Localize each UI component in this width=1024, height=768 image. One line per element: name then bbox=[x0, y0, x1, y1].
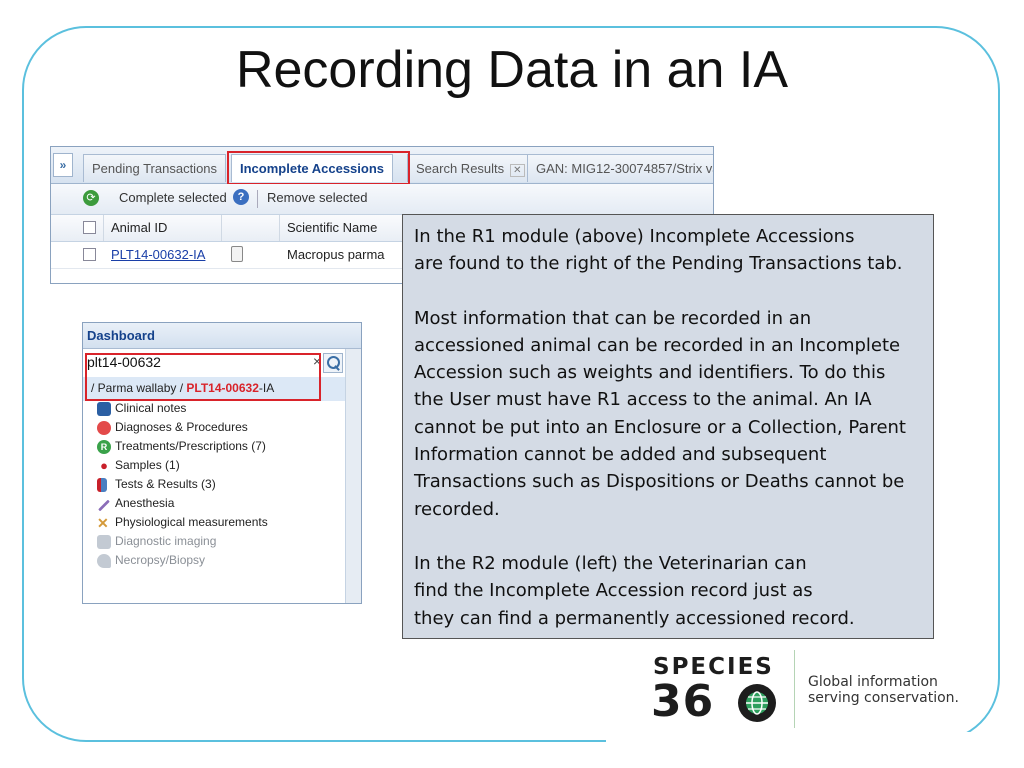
dashboard-header: Dashboard bbox=[83, 323, 361, 349]
column-divider bbox=[221, 215, 222, 241]
measurement-icon: ✕ bbox=[97, 515, 109, 531]
search-highlight bbox=[85, 353, 321, 401]
menu-item-label: Physiological measurements bbox=[115, 515, 268, 529]
menu-item-label: Diagnoses & Procedures bbox=[115, 420, 248, 434]
menu-item-label: Clinical notes bbox=[115, 401, 187, 415]
tab-gan[interactable]: GAN: MIG12-30074857/Strix va bbox=[527, 154, 713, 182]
tab-search-results-label: Search Results bbox=[416, 161, 505, 176]
complete-selected-button[interactable]: Complete selected bbox=[119, 190, 227, 205]
tab-pending-transactions[interactable]: Pending Transactions bbox=[83, 154, 227, 182]
menu-item-label: Necropsy/Biopsy bbox=[115, 553, 206, 567]
animal-id-link[interactable]: PLT14-00632-IA bbox=[111, 247, 205, 262]
slide-title: Recording Data in an IA bbox=[235, 41, 789, 99]
tagline-line-1: Global information bbox=[808, 674, 938, 690]
menu-item-imaging[interactable]: Diagnostic imaging bbox=[97, 534, 217, 552]
clinical-notes-icon bbox=[97, 402, 111, 416]
select-all-checkbox[interactable] bbox=[83, 221, 96, 234]
menu-item-anesthesia[interactable]: Anesthesia bbox=[97, 496, 175, 514]
menu-item-physiological[interactable]: ✕ Physiological measurements bbox=[97, 515, 268, 533]
remove-selected-button[interactable]: Remove selected bbox=[267, 190, 367, 205]
menu-item-clinical-notes[interactable]: Clinical notes bbox=[97, 401, 187, 419]
diagnoses-icon bbox=[97, 421, 111, 435]
r2-screenshot: Dashboard plt14-00632 × / Parma wallaby … bbox=[82, 322, 362, 604]
side-panel-strip bbox=[345, 349, 361, 603]
test-tube-icon bbox=[97, 478, 107, 492]
info-paragraph-r1: In the R1 module (above) Incomplete Acce… bbox=[414, 226, 903, 275]
menu-item-label: Tests & Results (3) bbox=[115, 477, 216, 491]
necropsy-icon bbox=[97, 554, 111, 568]
column-divider bbox=[279, 215, 280, 241]
menu-item-label: Diagnostic imaging bbox=[115, 534, 217, 548]
imaging-icon bbox=[97, 535, 111, 549]
column-animal-id[interactable]: Animal ID bbox=[111, 220, 167, 235]
logo-divider bbox=[794, 650, 795, 728]
close-icon[interactable]: ✕ bbox=[510, 164, 525, 177]
logo-tagline: Global information serving conservation. bbox=[808, 674, 959, 706]
menu-item-samples[interactable]: ● Samples (1) bbox=[100, 458, 180, 476]
menu-item-label: Treatments/Prescriptions (7) bbox=[115, 439, 266, 453]
menu-item-treatments[interactable]: R Treatments/Prescriptions (7) bbox=[97, 439, 266, 457]
tab-strip: » Pending Transactions Incomplete Access… bbox=[51, 147, 713, 185]
menu-item-tests[interactable]: Tests & Results (3) bbox=[97, 477, 216, 495]
tagline-line-2: serving conservation. bbox=[808, 690, 959, 706]
logo-360-text: 36 bbox=[651, 676, 715, 727]
blood-drop-icon: ● bbox=[100, 458, 108, 473]
expand-panel-icon[interactable]: » bbox=[53, 153, 73, 177]
row-checkbox[interactable] bbox=[83, 248, 96, 261]
scientific-name-cell: Macropus parma bbox=[287, 247, 385, 262]
frame-gap bbox=[606, 732, 986, 746]
refresh-icon[interactable]: ⟳ bbox=[83, 190, 99, 206]
tab-search-results[interactable]: Search Results ✕ bbox=[407, 154, 534, 182]
menu-item-label: Anesthesia bbox=[115, 496, 175, 510]
column-scientific-name[interactable]: Scientific Name bbox=[287, 220, 377, 235]
info-paragraph-ia: Most information that can be recorded in… bbox=[414, 307, 906, 520]
syringe-icon bbox=[97, 499, 111, 512]
menu-item-label: Samples (1) bbox=[115, 458, 180, 472]
column-divider bbox=[103, 215, 104, 241]
toolbar: ⟳ Complete selected ? Remove selected bbox=[51, 184, 713, 215]
search-icon[interactable] bbox=[323, 353, 343, 373]
menu-item-necropsy[interactable]: Necropsy/Biopsy bbox=[97, 553, 206, 571]
globe-icon bbox=[738, 684, 776, 722]
info-paragraph-r2: In the R2 module (left) the Veterinarian… bbox=[414, 552, 855, 629]
help-icon[interactable]: ? bbox=[233, 189, 249, 205]
clipboard-icon[interactable] bbox=[231, 246, 243, 262]
toolbar-divider bbox=[257, 190, 258, 208]
rx-icon: R bbox=[97, 440, 111, 454]
tab-highlight bbox=[227, 151, 410, 185]
menu-item-diagnoses[interactable]: Diagnoses & Procedures bbox=[97, 420, 248, 438]
info-box: In the R1 module (above) Incomplete Acce… bbox=[402, 214, 934, 639]
